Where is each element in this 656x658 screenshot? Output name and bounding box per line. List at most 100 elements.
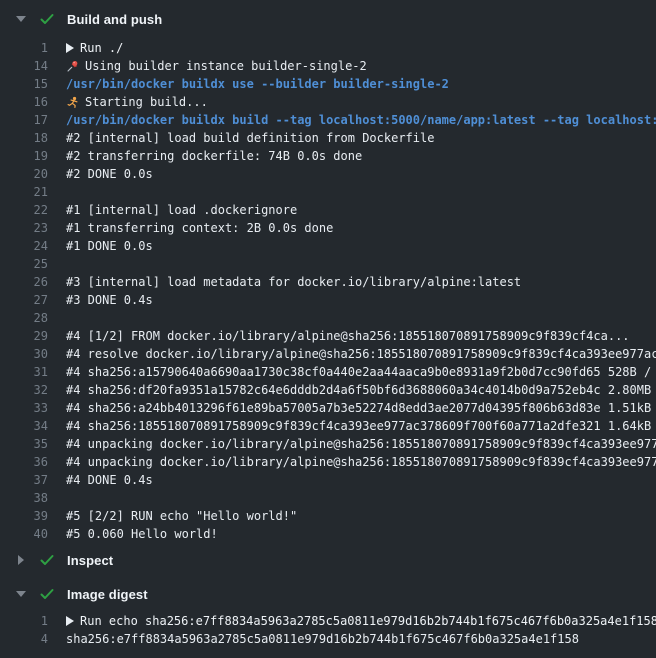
log-text: #1 transferring context: 2B 0.0s done [66, 221, 333, 235]
section-header-image-digest[interactable]: Image digest [0, 583, 656, 605]
log-text: #5 0.060 Hello world! [66, 527, 218, 541]
log-text: Starting build... [85, 95, 208, 109]
log-line: 17/usr/bin/docker buildx build --tag loc… [0, 111, 656, 129]
line-number[interactable]: 23 [0, 221, 48, 235]
log-text: #2 [internal] load build definition from… [66, 131, 434, 145]
log-line: 19 #2 transferring dockerfile: 74B 0.0s d… [0, 147, 656, 165]
log-line: 25 [0, 255, 656, 273]
line-number[interactable]: 4 [0, 632, 48, 646]
log-line: 33 #4 sha256:a24bb4013296f61e89ba57005a7b… [0, 399, 656, 417]
log-text: #4 [1/2] FROM docker.io/library/alpine@s… [66, 329, 630, 343]
line-number[interactable]: 19 [0, 149, 48, 163]
log-line: 40 #5 0.060 Hello world! [0, 525, 656, 543]
chevron-down-icon[interactable] [15, 16, 27, 22]
section-title: Build and push [67, 12, 162, 27]
log-line: 34 #4 sha256:185518070891758909c9f839cf4c… [0, 417, 656, 435]
log-text: #4 sha256:a15790640a6690aa1730c38cf0a440… [66, 365, 656, 379]
line-number[interactable]: 40 [0, 527, 48, 541]
log-line: 27#3 DONE 0.4s [0, 291, 656, 309]
log-line-content: #1 transferring context: 2B 0.0s done [66, 221, 656, 235]
line-number[interactable]: 16 [0, 95, 48, 109]
log-line-content: #4 sha256:185518070891758909c9f839cf4ca3… [66, 419, 656, 433]
log-text: #4 DONE 0.4s [66, 473, 153, 487]
play-icon[interactable] [66, 43, 74, 53]
success-check-icon [39, 11, 55, 27]
log-line-content: #4 sha256:a24bb4013296f61e89ba57005a7b3e… [66, 401, 656, 415]
log-text: #3 [internal] load metadata for docker.i… [66, 275, 521, 289]
log-line: 23 #1 transferring context: 2B 0.0s done [0, 219, 656, 237]
line-number[interactable]: 27 [0, 293, 48, 307]
line-number[interactable]: 21 [0, 185, 48, 199]
log-line: 35 #4 unpacking docker.io/library/alpine@… [0, 435, 656, 453]
line-number[interactable]: 25 [0, 257, 48, 271]
log-line-content: #4 unpacking docker.io/library/alpine@sh… [66, 437, 656, 451]
log-text: #4 resolve docker.io/library/alpine@sha2… [66, 347, 656, 361]
section-header-inspect[interactable]: Inspect [0, 549, 656, 571]
log-line-content: Run ./ [66, 41, 656, 55]
log-line: 30 #4 resolve docker.io/library/alpine@sh… [0, 345, 656, 363]
line-number[interactable]: 29 [0, 329, 48, 343]
line-number[interactable]: 22 [0, 203, 48, 217]
log-text: Run ./ [80, 41, 123, 55]
log-text: #1 DONE 0.0s [66, 239, 153, 253]
line-number[interactable]: 34 [0, 419, 48, 433]
line-number[interactable]: 32 [0, 383, 48, 397]
log-line-content: Using builder instance builder-single-2 [66, 59, 656, 73]
log-text: Using builder instance builder-single-2 [85, 59, 367, 73]
runner-icon [66, 96, 79, 109]
success-check-icon [39, 586, 55, 602]
chevron-right-icon[interactable] [15, 555, 27, 565]
section-title: Inspect [67, 553, 113, 568]
log-line: 28 [0, 309, 656, 327]
log-text: #2 transferring dockerfile: 74B 0.0s don… [66, 149, 362, 163]
line-number[interactable]: 30 [0, 347, 48, 361]
line-number[interactable]: 18 [0, 131, 48, 145]
line-number[interactable]: 24 [0, 239, 48, 253]
log-line-content: #4 unpacking docker.io/library/alpine@sh… [66, 455, 656, 469]
log-line: 32 #4 sha256:df20fa9351a15782c64e6dddb2d4… [0, 381, 656, 399]
log-line: 36 #4 unpacking docker.io/library/alpine@… [0, 453, 656, 471]
log-block-build-and-push: 1 Run ./ 14 Using builder instance builder-… [0, 39, 656, 543]
line-number[interactable]: 26 [0, 275, 48, 289]
log-line-content: #1 [internal] load .dockerignore [66, 203, 656, 217]
line-number[interactable]: 14 [0, 59, 48, 73]
line-number[interactable]: 35 [0, 437, 48, 451]
line-number[interactable]: 17 [0, 113, 48, 127]
log-line-content: #4 DONE 0.4s [66, 473, 656, 487]
line-number[interactable]: 15 [0, 77, 48, 91]
line-number[interactable]: 28 [0, 311, 48, 325]
log-line-content: #2 DONE 0.0s [66, 167, 656, 181]
log-line-content: #4 sha256:df20fa9351a15782c64e6dddb2d4a6… [66, 383, 656, 397]
pushpin-icon [66, 60, 79, 73]
log-text: #1 [internal] load .dockerignore [66, 203, 297, 217]
log-text: #4 sha256:a24bb4013296f61e89ba57005a7b3e… [66, 401, 656, 415]
line-number[interactable]: 36 [0, 455, 48, 469]
log-line: 31 #4 sha256:a15790640a6690aa1730c38cf0a4… [0, 363, 656, 381]
log-text: #4 unpacking docker.io/library/alpine@sh… [66, 455, 656, 469]
log-line: 1 Run ./ [0, 39, 656, 57]
line-number[interactable]: 31 [0, 365, 48, 379]
section-header-build-and-push[interactable]: Build and push [0, 8, 656, 30]
log-line: 14 Using builder instance builder-single-… [0, 57, 656, 75]
log-text: /usr/bin/docker buildx use --builder bui… [66, 77, 449, 91]
line-number[interactable]: 20 [0, 167, 48, 181]
line-number[interactable]: 1 [0, 614, 48, 628]
line-number[interactable]: 1 [0, 41, 48, 55]
log-line: 39 #5 [2/2] RUN echo "Hello world!" [0, 507, 656, 525]
log-line-content: Run echo sha256:e7ff8834a5963a2785c5a081… [66, 614, 656, 628]
line-number[interactable]: 39 [0, 509, 48, 523]
line-number[interactable]: 37 [0, 473, 48, 487]
play-icon[interactable] [66, 616, 74, 626]
line-number[interactable]: 33 [0, 401, 48, 415]
chevron-down-icon[interactable] [15, 591, 27, 597]
log-line: 29 #4 [1/2] FROM docker.io/library/alpine… [0, 327, 656, 345]
log-line: 1 Run echo sha256:e7ff8834a5963a2785c5a08… [0, 612, 656, 630]
log-line-content: #4 resolve docker.io/library/alpine@sha2… [66, 347, 656, 361]
log-line-content: #5 [2/2] RUN echo "Hello world!" [66, 509, 656, 523]
log-text: /usr/bin/docker buildx build --tag local… [66, 113, 656, 127]
line-number[interactable]: 38 [0, 491, 48, 505]
log-text: #4 sha256:185518070891758909c9f839cf4ca3… [66, 419, 656, 433]
log-line-content: #5 0.060 Hello world! [66, 527, 656, 541]
log-line: 21 [0, 183, 656, 201]
log-line: 38 [0, 489, 656, 507]
